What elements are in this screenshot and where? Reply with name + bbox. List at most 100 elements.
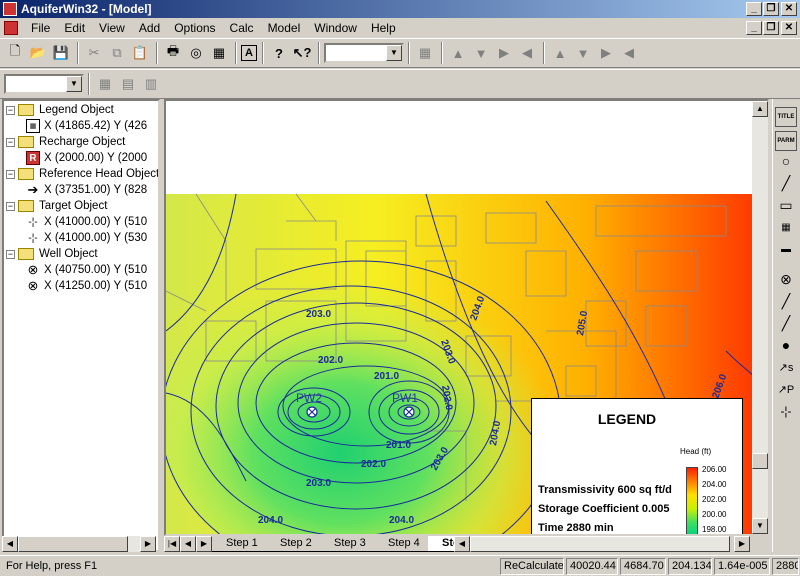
param-tool-icon[interactable]: PARM [775, 131, 797, 151]
collapse-icon[interactable]: − [6, 137, 15, 147]
chevron-down-icon[interactable]: ▼ [386, 45, 402, 61]
line-sink-tool-icon[interactable]: ╱ [775, 313, 797, 333]
table-icon[interactable]: ▦ [94, 73, 116, 95]
rectangle-tool-icon[interactable]: ▭ [775, 195, 797, 215]
tab-first-icon[interactable]: |◀ [164, 536, 180, 552]
tab-step-4[interactable]: Step 4 [374, 536, 428, 552]
boundary-tool-icon[interactable]: ╱ [775, 291, 797, 311]
cut-icon[interactable]: ✂ [83, 42, 105, 64]
step-first-icon[interactable]: ▲ [447, 42, 469, 64]
scroll-right-icon[interactable]: ▶ [140, 536, 156, 552]
move-down-icon[interactable]: ▼ [572, 42, 594, 64]
scroll-thumb[interactable] [18, 536, 128, 552]
context-help-icon[interactable]: ↖? [291, 42, 313, 64]
child-minimize-button[interactable]: _ [746, 21, 762, 35]
child-close-button[interactable]: ✕ [781, 21, 797, 35]
scroll-up-icon[interactable]: ▲ [752, 101, 768, 117]
menu-window[interactable]: Window [307, 21, 364, 35]
collapse-icon[interactable]: − [6, 105, 15, 115]
tree-leaf[interactable]: R X (2000.00) Y (2000 [26, 150, 147, 166]
step-prev-icon[interactable]: ▼ [470, 42, 492, 64]
menu-model[interactable]: Model [261, 21, 308, 35]
scale-bar-tool-icon[interactable]: ▬ [775, 239, 797, 259]
maximize-button[interactable]: ❐ [763, 2, 779, 16]
menu-view[interactable]: View [92, 21, 132, 35]
tab-step-2[interactable]: Step 2 [266, 536, 320, 552]
tree-leaf[interactable]: ➔ X (37351.00) Y (828 [26, 182, 148, 198]
menu-options[interactable]: Options [167, 21, 222, 35]
open-icon[interactable]: 📂 [27, 42, 49, 64]
contour-label: 203.0 [306, 309, 331, 320]
layer-combo[interactable]: ▼ [4, 74, 84, 94]
tree-leaf[interactable]: ⊗ X (41250.00) Y (510 [26, 278, 148, 294]
tree-node-target[interactable]: − Target Object [6, 198, 107, 214]
minimize-button[interactable]: _ [746, 2, 762, 16]
tab-step-3[interactable]: Step 3 [320, 536, 374, 552]
circle-tool-icon[interactable]: ○ [775, 151, 797, 171]
tree-leaf[interactable]: ▦ X (41865.42) Y (426 [26, 118, 147, 134]
pathline-p-tool-icon[interactable]: ↗P [775, 379, 797, 399]
object-tree[interactable]: − Legend Object ▦ X (41865.42) Y (426 − … [2, 99, 160, 552]
calculator-icon[interactable]: ▦ [208, 42, 230, 64]
scroll-left-icon[interactable]: ◀ [2, 536, 18, 552]
table-edit-icon[interactable]: ▤ [117, 73, 139, 95]
tab-scroll-left-icon[interactable]: ◀ [454, 536, 470, 552]
menu-help[interactable]: Help [364, 21, 403, 35]
step-next-icon[interactable]: ▶ [493, 42, 515, 64]
help-icon[interactable]: ? [268, 42, 290, 64]
menu-add[interactable]: Add [132, 21, 167, 35]
line-tool-icon[interactable]: ╱ [775, 173, 797, 193]
save-icon[interactable]: 💾 [50, 42, 72, 64]
grid-icon[interactable]: ▦ [414, 42, 436, 64]
map-vertical-scrollbar[interactable]: ▲ ▼ [752, 101, 768, 534]
paste-icon[interactable]: 📋 [129, 42, 151, 64]
tab-prev-icon[interactable]: ◀ [180, 536, 196, 552]
move-right-icon[interactable]: ▶ [595, 42, 617, 64]
menu-edit[interactable]: Edit [57, 21, 92, 35]
tree-horizontal-scrollbar[interactable]: ◀ ▶ [2, 536, 156, 552]
tree-node-recharge[interactable]: − Recharge Object [6, 134, 125, 150]
tab-next-icon[interactable]: ▶ [196, 536, 212, 552]
recharge-tool-icon[interactable]: ● [775, 335, 797, 355]
tab-step-active[interactable]: Step [428, 536, 454, 552]
close-button[interactable]: ✕ [781, 2, 797, 16]
target-tool-icon[interactable]: -¦- [775, 401, 797, 421]
collapse-icon[interactable]: − [6, 249, 15, 259]
print-icon[interactable]: 🖶 [162, 42, 184, 64]
step-combo[interactable]: ▼ [324, 43, 404, 63]
tree-node-legend[interactable]: − Legend Object [6, 102, 114, 118]
legend-box[interactable]: LEGEND Head (ft) 206.00 204.00 202.00 20… [531, 398, 743, 534]
tree-node-well[interactable]: − Well Object [6, 246, 98, 262]
collapse-icon[interactable]: − [6, 201, 15, 211]
tree-leaf[interactable]: -¦- X (41000.00) Y (510 [26, 214, 147, 230]
tab-hscroll-track[interactable] [470, 536, 730, 552]
tab-step-1[interactable]: Step 1 [212, 536, 266, 552]
tree-leaf[interactable]: ⊗ X (40750.00) Y (510 [26, 262, 148, 278]
child-restore-button[interactable]: ❐ [763, 21, 779, 35]
tree-node-reference-head[interactable]: − Reference Head Object [6, 166, 158, 182]
streamline-s-tool-icon[interactable]: ↗s [775, 357, 797, 377]
scroll-thumb[interactable] [752, 453, 768, 469]
move-up-icon[interactable]: ▲ [549, 42, 571, 64]
target-icon[interactable]: ◎ [185, 42, 207, 64]
legend-tool-icon[interactable]: ▦ [775, 217, 797, 237]
title-tool-icon[interactable]: TITLE [775, 107, 797, 127]
tab-scroll-right-icon[interactable]: ▶ [734, 536, 750, 552]
new-icon[interactable]: 🗋 [4, 42, 26, 64]
menu-file[interactable]: File [24, 21, 57, 35]
scroll-down-icon[interactable]: ▼ [752, 518, 768, 534]
well-icon: ⊗ [27, 278, 39, 293]
menu-calc[interactable]: Calc [223, 21, 261, 35]
copy-icon[interactable]: ⧉ [106, 42, 128, 64]
tree-leaf[interactable]: -¦- X (41000.00) Y (530 [26, 230, 147, 246]
well-tool-icon[interactable]: ⊗ [775, 269, 797, 289]
document-icon[interactable] [4, 21, 18, 35]
text-icon[interactable]: A [241, 45, 257, 61]
move-left-icon[interactable]: ◀ [618, 42, 640, 64]
collapse-icon[interactable]: − [6, 169, 15, 179]
map-view[interactable]: 203.0 204.0 205.0 206.0 203.0 202.0 201.… [164, 99, 769, 536]
table-view-icon[interactable]: ▥ [140, 73, 162, 95]
chevron-down-icon[interactable]: ▼ [66, 76, 82, 92]
app-icon[interactable] [3, 2, 17, 16]
step-last-icon[interactable]: ◀ [516, 42, 538, 64]
